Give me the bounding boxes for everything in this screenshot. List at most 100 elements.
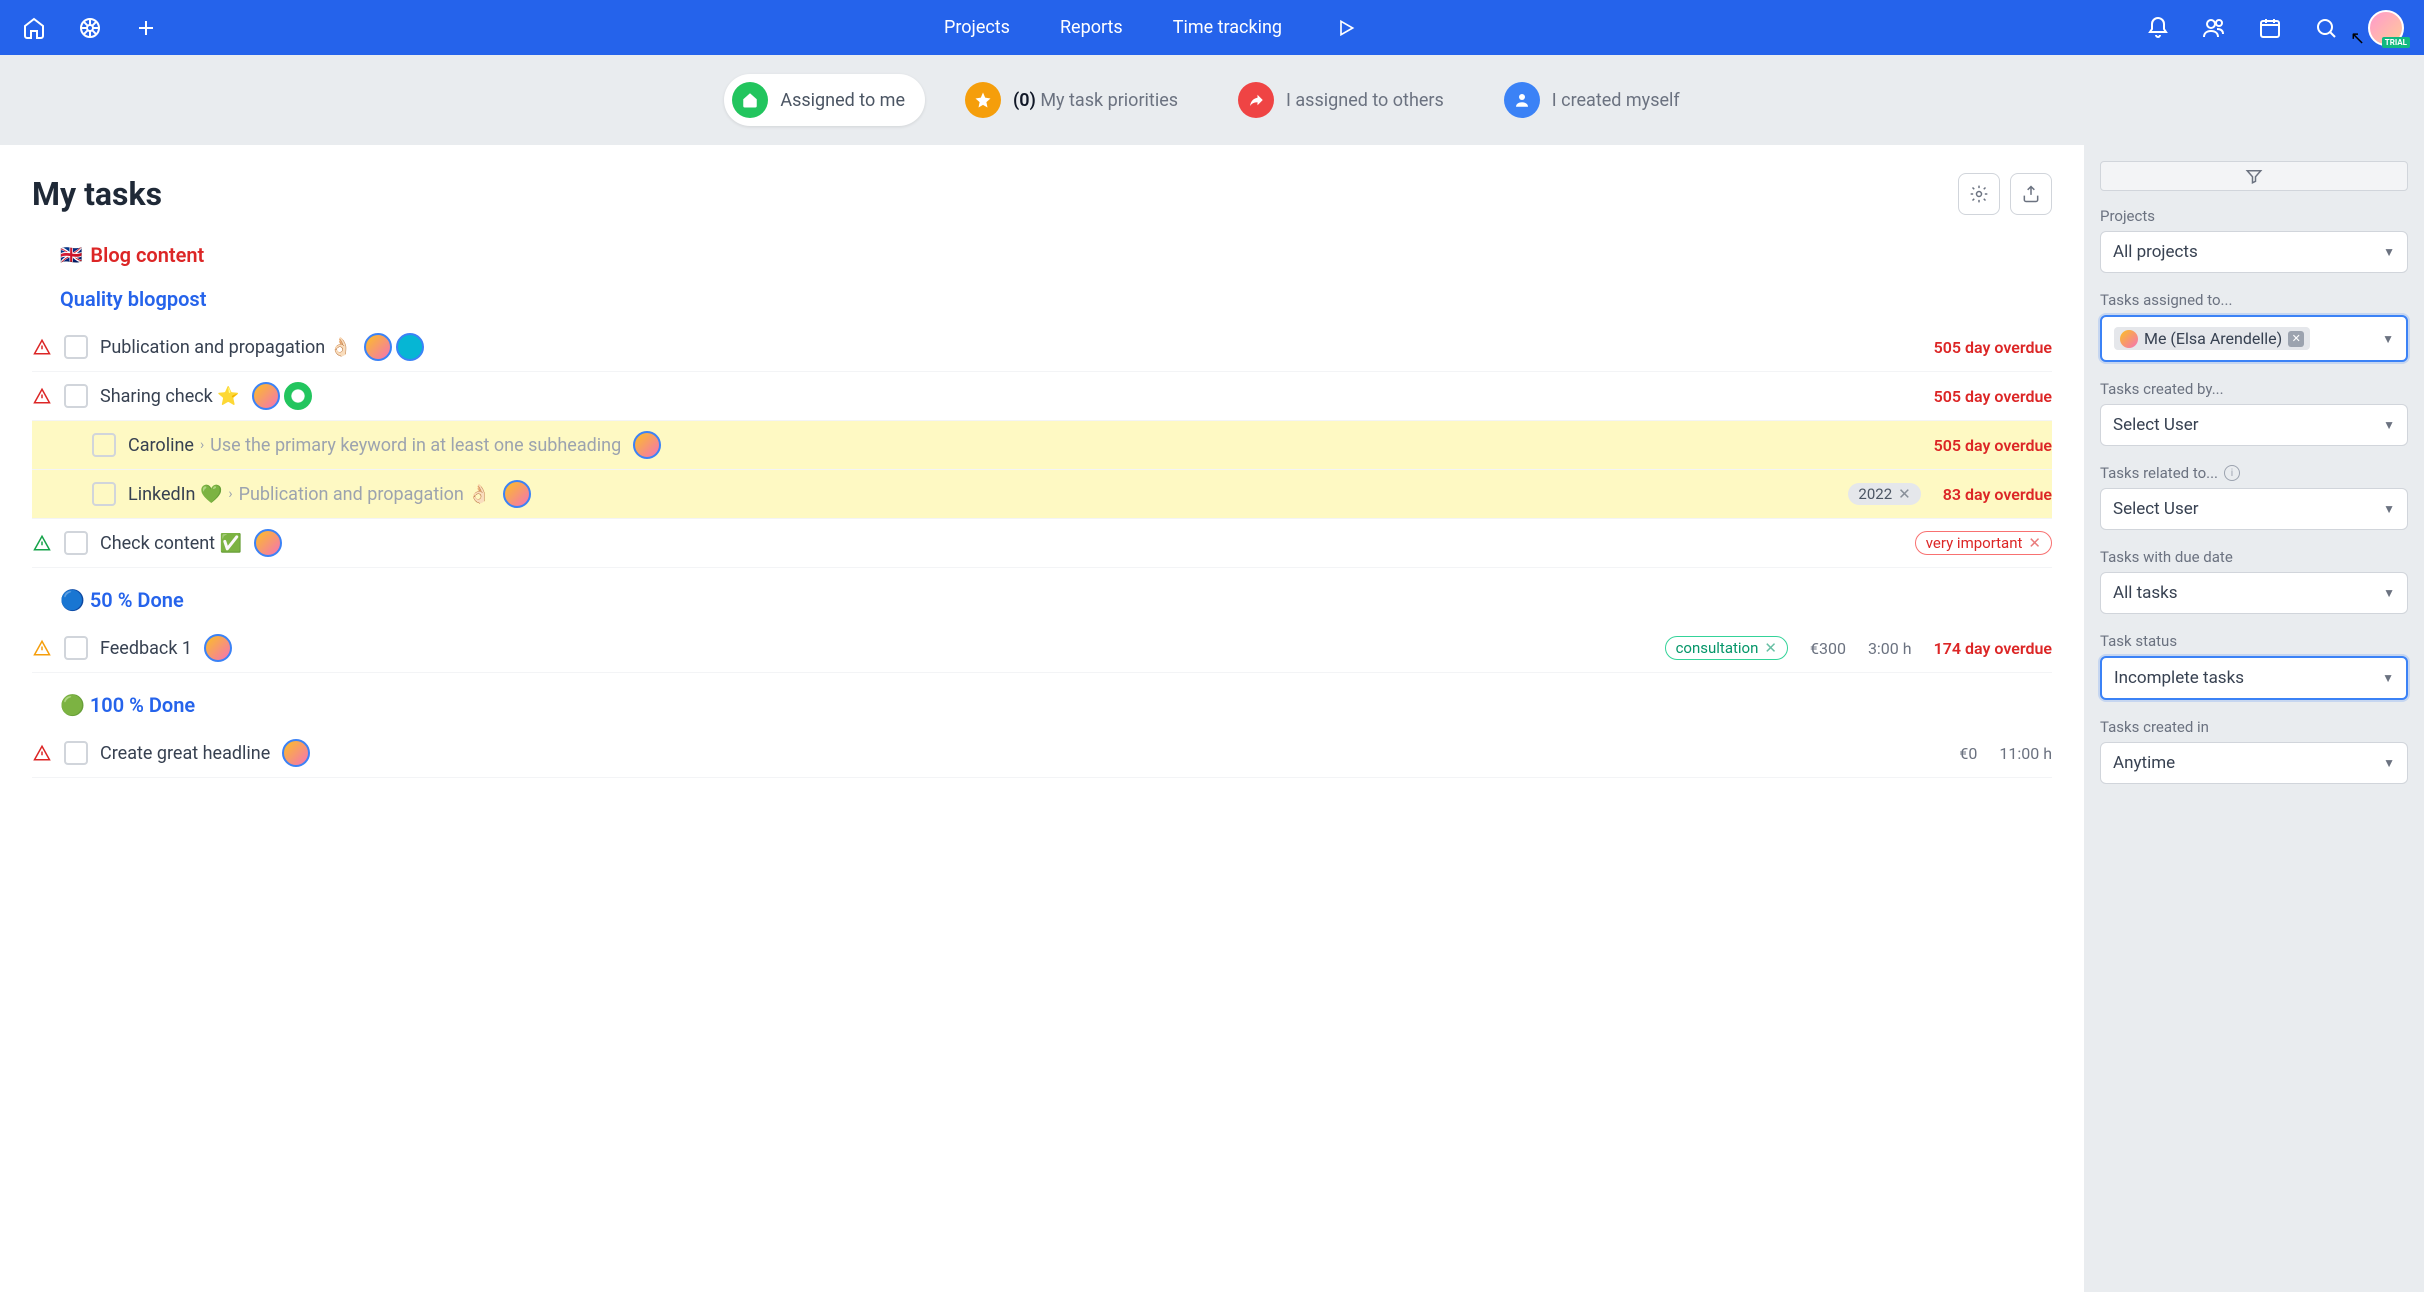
task-checkbox[interactable] — [64, 531, 88, 555]
avatar-icon — [282, 739, 310, 767]
pill-assigned-to-me[interactable]: Assigned to me — [724, 74, 925, 126]
task-checkbox[interactable] — [64, 636, 88, 660]
task-name: Feedback 1 — [100, 638, 192, 659]
task-checkbox[interactable] — [64, 384, 88, 408]
person-icon — [1504, 82, 1540, 118]
tag-remove[interactable]: ✕ — [1764, 639, 1777, 657]
nav-projects[interactable]: Projects — [944, 17, 1010, 38]
people-icon[interactable] — [2200, 14, 2228, 42]
task-meta: 505 day overdue — [1934, 436, 2052, 455]
task-row[interactable]: LinkedIn 💚 › Publication and propagation… — [32, 470, 2052, 519]
subgroup-fifty[interactable]: 🔵 50 % Done — [60, 588, 2052, 612]
select-due-date[interactable]: All tasks▼ — [2100, 572, 2408, 614]
tag-remove[interactable]: ✕ — [2028, 534, 2041, 552]
task-row[interactable]: Check content ✅ very important ✕ — [32, 519, 2052, 568]
filter-toggle[interactable] — [2100, 161, 2408, 191]
page-title: My tasks — [32, 175, 162, 213]
play-icon[interactable] — [1332, 14, 1360, 42]
task-checkbox[interactable] — [64, 335, 88, 359]
pill-label: I created myself — [1552, 90, 1680, 111]
pill-created-myself[interactable]: I created myself — [1496, 74, 1700, 126]
task-avatars — [282, 739, 310, 767]
home-icon[interactable] — [20, 14, 48, 42]
nav-time-tracking[interactable]: Time tracking — [1173, 17, 1282, 38]
export-button[interactable] — [2010, 173, 2052, 215]
select-created-by[interactable]: Select User▼ — [2100, 404, 2408, 446]
pill-label: My task priorities — [1040, 90, 1178, 111]
avatar-icon — [2120, 330, 2138, 348]
task-row[interactable]: Feedback 1consultation ✕€3003:00 h174 da… — [32, 624, 2052, 673]
pill-assigned-others[interactable]: I assigned to others — [1230, 74, 1464, 126]
select-assigned-to[interactable]: Me (Elsa Arendelle) ✕ ▼ — [2100, 315, 2408, 362]
filter-sidebar: Projects All projects▼ Tasks assigned to… — [2084, 145, 2424, 1292]
task-avatars — [633, 431, 661, 459]
task-row[interactable]: Caroline › Use the primary keyword in at… — [32, 421, 2052, 470]
filter-label-assigned-to: Tasks assigned to... — [2100, 291, 2408, 309]
task-overdue: 505 day overdue — [1934, 387, 2052, 406]
trial-badge: TRIAL — [2382, 37, 2410, 48]
task-meta: 2022 ✕ 83 day overdue — [1848, 483, 2052, 505]
main-content: Help My tasks 🇬🇧Blog contentQuality blog… — [0, 145, 2084, 1292]
task-name: Create great headline — [100, 743, 270, 764]
avatar-icon — [633, 431, 661, 459]
subgroup-hundred[interactable]: 🟢 100 % Done — [60, 693, 2052, 717]
task-name: Publication and propagation 👌🏻 — [100, 337, 352, 358]
task-avatars — [254, 529, 282, 557]
group-blog[interactable]: 🇬🇧Blog content — [60, 243, 2052, 267]
filter-label-related-to: Tasks related to... i — [2100, 464, 2408, 482]
task-meta: very important ✕ — [1915, 531, 2052, 555]
filter-label-status: Task status — [2100, 632, 2408, 650]
settings-button[interactable] — [1958, 173, 2000, 215]
nav-reports[interactable]: Reports — [1060, 17, 1123, 38]
task-overdue: 83 day overdue — [1943, 485, 2052, 504]
task-price: €0 — [1959, 744, 1977, 763]
plus-icon[interactable] — [132, 14, 160, 42]
wheel-icon[interactable] — [76, 14, 104, 42]
task-row[interactable]: Create great headline€011:00 h — [32, 729, 2052, 778]
subgroup-title-text: 🔵 50 % Done — [60, 588, 184, 612]
task-avatars — [204, 634, 232, 662]
task-row[interactable]: Publication and propagation 👌🏻 505 day ov… — [32, 323, 2052, 372]
task-overdue: 174 day overdue — [1934, 639, 2052, 658]
chip-remove[interactable]: ✕ — [2288, 331, 2304, 347]
pill-label: I assigned to others — [1286, 90, 1444, 111]
task-meta: 505 day overdue — [1934, 338, 2052, 357]
star-icon — [965, 82, 1001, 118]
task-checkbox[interactable] — [92, 433, 116, 457]
task-title-text: Use the primary keyword in at least one … — [210, 435, 621, 456]
bell-icon[interactable] — [2144, 14, 2172, 42]
tag[interactable]: 2022 ✕ — [1848, 483, 1920, 505]
task-row[interactable]: Sharing check ⭐505 day overdue — [32, 372, 2052, 421]
tag-remove[interactable]: ✕ — [1898, 485, 1911, 503]
task-title-text: Feedback 1 — [100, 638, 192, 659]
task-checkbox[interactable] — [64, 741, 88, 765]
select-created-in[interactable]: Anytime▼ — [2100, 742, 2408, 784]
task-meta: 505 day overdue — [1934, 387, 2052, 406]
tag[interactable]: consultation ✕ — [1665, 636, 1788, 660]
select-related-to[interactable]: Select User▼ — [2100, 488, 2408, 530]
avatar-icon — [503, 480, 531, 508]
task-title-text: Publication and propagation 👌🏻 — [239, 484, 491, 505]
calendar-icon[interactable] — [2256, 14, 2284, 42]
task-time: 3:00 h — [1868, 639, 1912, 658]
search-icon[interactable] — [2312, 14, 2340, 42]
pill-priorities[interactable]: (0) My task priorities — [957, 74, 1198, 126]
task-avatars — [503, 480, 531, 508]
subgroup-quality[interactable]: Quality blogpost — [60, 287, 2052, 311]
task-checkbox[interactable] — [92, 482, 116, 506]
user-avatar[interactable]: TRIAL ↖ — [2368, 10, 2404, 46]
task-name: LinkedIn 💚 › Publication and propagation… — [128, 484, 491, 505]
select-status[interactable]: Incomplete tasks▼ — [2100, 656, 2408, 700]
tag[interactable]: very important ✕ — [1915, 531, 2052, 555]
select-projects[interactable]: All projects▼ — [2100, 231, 2408, 273]
task-avatars — [364, 333, 424, 361]
filter-label-due-date: Tasks with due date — [2100, 548, 2408, 566]
filter-label-created-in: Tasks created in — [2100, 718, 2408, 736]
task-title-text: Publication and propagation 👌🏻 — [100, 337, 352, 358]
task-title-text: Create great headline — [100, 743, 270, 764]
avatar-icon — [204, 634, 232, 662]
avatar-icon — [254, 529, 282, 557]
task-title-text: Check content ✅ — [100, 533, 242, 554]
info-icon[interactable]: i — [2224, 465, 2240, 481]
user-chip: Me (Elsa Arendelle) ✕ — [2114, 327, 2310, 350]
